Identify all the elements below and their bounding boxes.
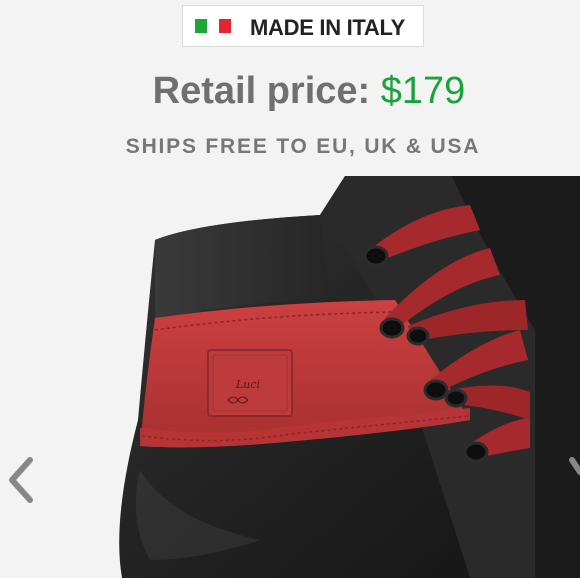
italy-flag-icon: [195, 19, 231, 33]
chevron-left-icon: [9, 457, 33, 503]
retail-price: Retail price: $179: [0, 70, 580, 113]
carousel-prev-button[interactable]: [0, 452, 40, 508]
chevron-right-icon: [569, 457, 580, 475]
price-label: Retail price:: [152, 70, 371, 112]
badge-label: MADE IN ITALY: [250, 15, 405, 40]
carousel-next-button[interactable]: [562, 452, 580, 508]
product-image: Luci: [0, 176, 580, 578]
made-in-italy-badge: MADE IN ITALY: [182, 5, 424, 47]
svg-text:Luci: Luci: [235, 378, 260, 391]
price-amount: $179: [380, 70, 466, 112]
shipping-info: SHIPS FREE TO EU, UK & USA: [125, 135, 481, 158]
